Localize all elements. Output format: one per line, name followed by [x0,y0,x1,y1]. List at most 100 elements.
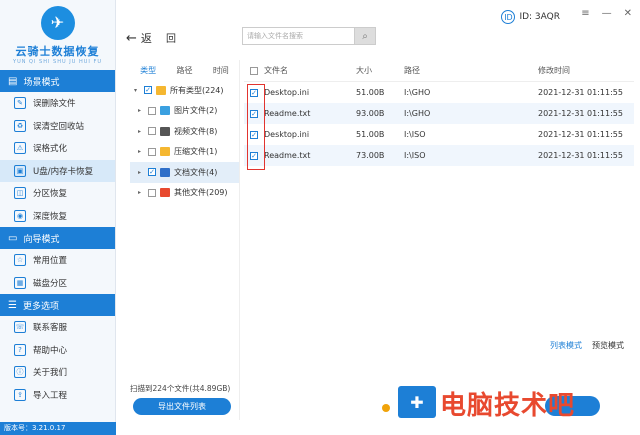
cell-name: Readme.txt [264,151,311,160]
file-type-icon [160,126,170,136]
sidebar-item[interactable]: ▦ 磁盘分区 [0,272,115,295]
sidebar: ✈ 云骑士数据恢复 YUN QI SHI SHU JU HUI FU ▤ 场景模式… [0,0,116,435]
tree-checkbox[interactable]: ✓ [148,168,156,177]
tree-row-label: 图片文件(2) [174,106,218,116]
sidebar-item[interactable]: ☆ 常用位置 [0,249,115,272]
expand-caret-icon[interactable]: ▸ [138,148,144,155]
tree-row-label: 压缩文件(1) [174,147,218,157]
cell-path: I:\ISO [404,151,426,160]
sidebar-item[interactable]: ⓘ 关于我们 [0,361,115,384]
expand-caret-icon[interactable]: ▸ [138,189,144,196]
back-label-2: 回 [166,34,176,45]
section-title: 向导模式 [23,234,60,245]
table-row[interactable]: ✓ Desktop.ini 51.00B I:\ISO 2021-12-31 01:11… [244,124,634,145]
sidebar-item-icon: ⚠ [14,142,26,155]
user-id: ID: 3AQR [519,12,560,22]
sidebar-item-icon: ♻ [14,119,26,132]
watermark-text: 电脑技术吧 [440,391,576,421]
header-size[interactable]: 大小 [356,65,404,76]
logo: ✈ 云骑士数据恢复 YUN QI SHI SHU JU HUI FU [0,0,115,70]
sidebar-item-label: 误清空回收站 [33,121,85,132]
table-row[interactable]: ✓ Desktop.ini 51.00B I:\GHO 2021-12-31 01:11… [244,82,634,103]
sidebar-item-icon: ◉ [14,209,26,222]
tree-row[interactable]: ▸ 图片文件(2) [130,101,239,122]
topbar: ← 返 回 请输入文件名搜索 ⌕ ID ID: 3AQR ≡ — ✕ [116,0,640,60]
cell-time: 2021-12-31 01:11:55 [538,109,623,118]
tree-row[interactable]: ▸ 视频文件(8) [130,121,239,142]
header-path[interactable]: 路径 [404,65,538,76]
sidebar-item[interactable]: ▣ U盘/内存卡恢复 [0,159,115,182]
sidebar-item-label: 误格式化 [33,144,68,155]
window-controls: ≡ — ✕ [581,8,632,19]
sidebar-item-icon: ▦ [14,276,26,289]
logo-text: 云骑士数据恢复 [15,44,100,58]
header-time[interactable]: 修改时间 [538,65,634,76]
sidebar-item[interactable]: ♻ 误清空回收站 [0,115,115,138]
sidebar-item[interactable]: ? 帮助中心 [0,339,115,362]
table-row[interactable]: ✓ Readme.txt 73.00B I:\ISO 2021-12-31 01:11:… [244,145,634,166]
search-icon[interactable]: ⌕ [354,27,376,45]
expand-caret-icon[interactable]: ▸ [138,169,144,176]
section-title: 场景模式 [23,77,60,88]
sidebar-item[interactable]: ◉ 深度恢复 [0,205,115,228]
sidebar-item-label: 误删除文件 [33,99,76,110]
table-header: 文件名 大小 路径 修改时间 [244,60,634,82]
header-name[interactable]: 文件名 [256,65,356,76]
menu-icon[interactable]: ≡ [581,8,589,19]
sidebar-item[interactable]: ◫ 分区恢复 [0,182,115,205]
watermark-logo-icon: ✚ [398,386,436,418]
close-icon[interactable]: ✕ [624,8,632,19]
sidebar-item[interactable]: ⚠ 误格式化 [0,137,115,160]
section-icon: ☰ [8,299,17,311]
cell-size: 51.00B [356,130,385,139]
sidebar-item-icon: ⇪ [14,388,26,401]
cell-size: 51.00B [356,88,385,97]
category-tree: 类型 路径 时间 ▾ ✓ 所有类型(224) ▸ 图片文件(2) ▸ 视频文件(8) ▸ 压缩文件(… [130,60,240,420]
tree-checkbox[interactable]: ✓ [144,86,152,95]
export-list-button[interactable]: 导出文件列表 [133,398,231,415]
file-type-icon [160,106,170,116]
logo-subtext: YUN QI SHI SHU JU HUI FU [13,58,102,65]
table-row[interactable]: ✓ Readme.txt 93.00B I:\GHO 2021-12-31 01:11:… [244,103,634,124]
list-mode-button[interactable]: 列表模式 [550,340,582,351]
sidebar-item-label: U盘/内存卡恢复 [33,166,94,177]
sidebar-item-label: 深度恢复 [33,211,68,222]
tree-row[interactable]: ▸ ✓ 文档文件(4) [130,162,239,183]
sidebar-item[interactable]: ☏ 联系客服 [0,316,115,339]
sidebar-item[interactable]: ✎ 误删除文件 [0,92,115,115]
back-button[interactable]: ← 返 [126,30,152,46]
cell-time: 2021-12-31 01:11:55 [538,88,623,97]
sidebar-item-label: 关于我们 [33,368,68,379]
tree-checkbox[interactable] [148,106,156,115]
tree-checkbox[interactable] [148,188,156,197]
view-mode-switch: 列表模式 预览模式 [550,340,624,351]
back-arrow-icon: ← [126,30,137,46]
tree-row[interactable]: ▸ 其他文件(209) [130,183,239,204]
logo-icon: ✈ [40,5,75,40]
minimize-icon[interactable]: — [602,8,612,19]
expand-caret-icon[interactable]: ▸ [138,128,144,135]
tree-tab[interactable]: 时间 [203,65,239,76]
tree-row[interactable]: ▾ ✓ 所有类型(224) [130,80,239,101]
expand-caret-icon[interactable]: ▸ [138,107,144,114]
sidebar-item-icon: ▣ [14,164,26,177]
preview-mode-button[interactable]: 预览模式 [592,340,624,351]
tree-checkbox[interactable] [148,147,156,156]
tree-row-label: 所有类型(224) [170,85,224,95]
section-icon: ▤ [8,75,18,87]
tree-tab[interactable]: 类型 [130,65,166,76]
tree-row[interactable]: ▸ 压缩文件(1) [130,142,239,163]
sidebar-section-header: ☰ 更多选项 [0,294,115,316]
tree-row-label: 文档文件(4) [174,167,218,177]
sidebar-item-label: 联系客服 [33,323,68,334]
sidebar-item-icon: ☏ [14,321,26,334]
expand-caret-icon[interactable]: ▾ [134,87,140,94]
sidebar-section-header: ▭ 向导模式 [0,227,115,249]
tree-row-label: 其他文件(209) [174,188,228,198]
tree-tabs: 类型 路径 时间 [130,60,239,80]
tree-tab[interactable]: 路径 [166,65,202,76]
sidebar-item[interactable]: ⇪ 导入工程 [0,384,115,407]
cell-time: 2021-12-31 01:11:55 [538,151,623,160]
tree-checkbox[interactable] [148,127,156,136]
section-icon: ▭ [8,232,18,244]
